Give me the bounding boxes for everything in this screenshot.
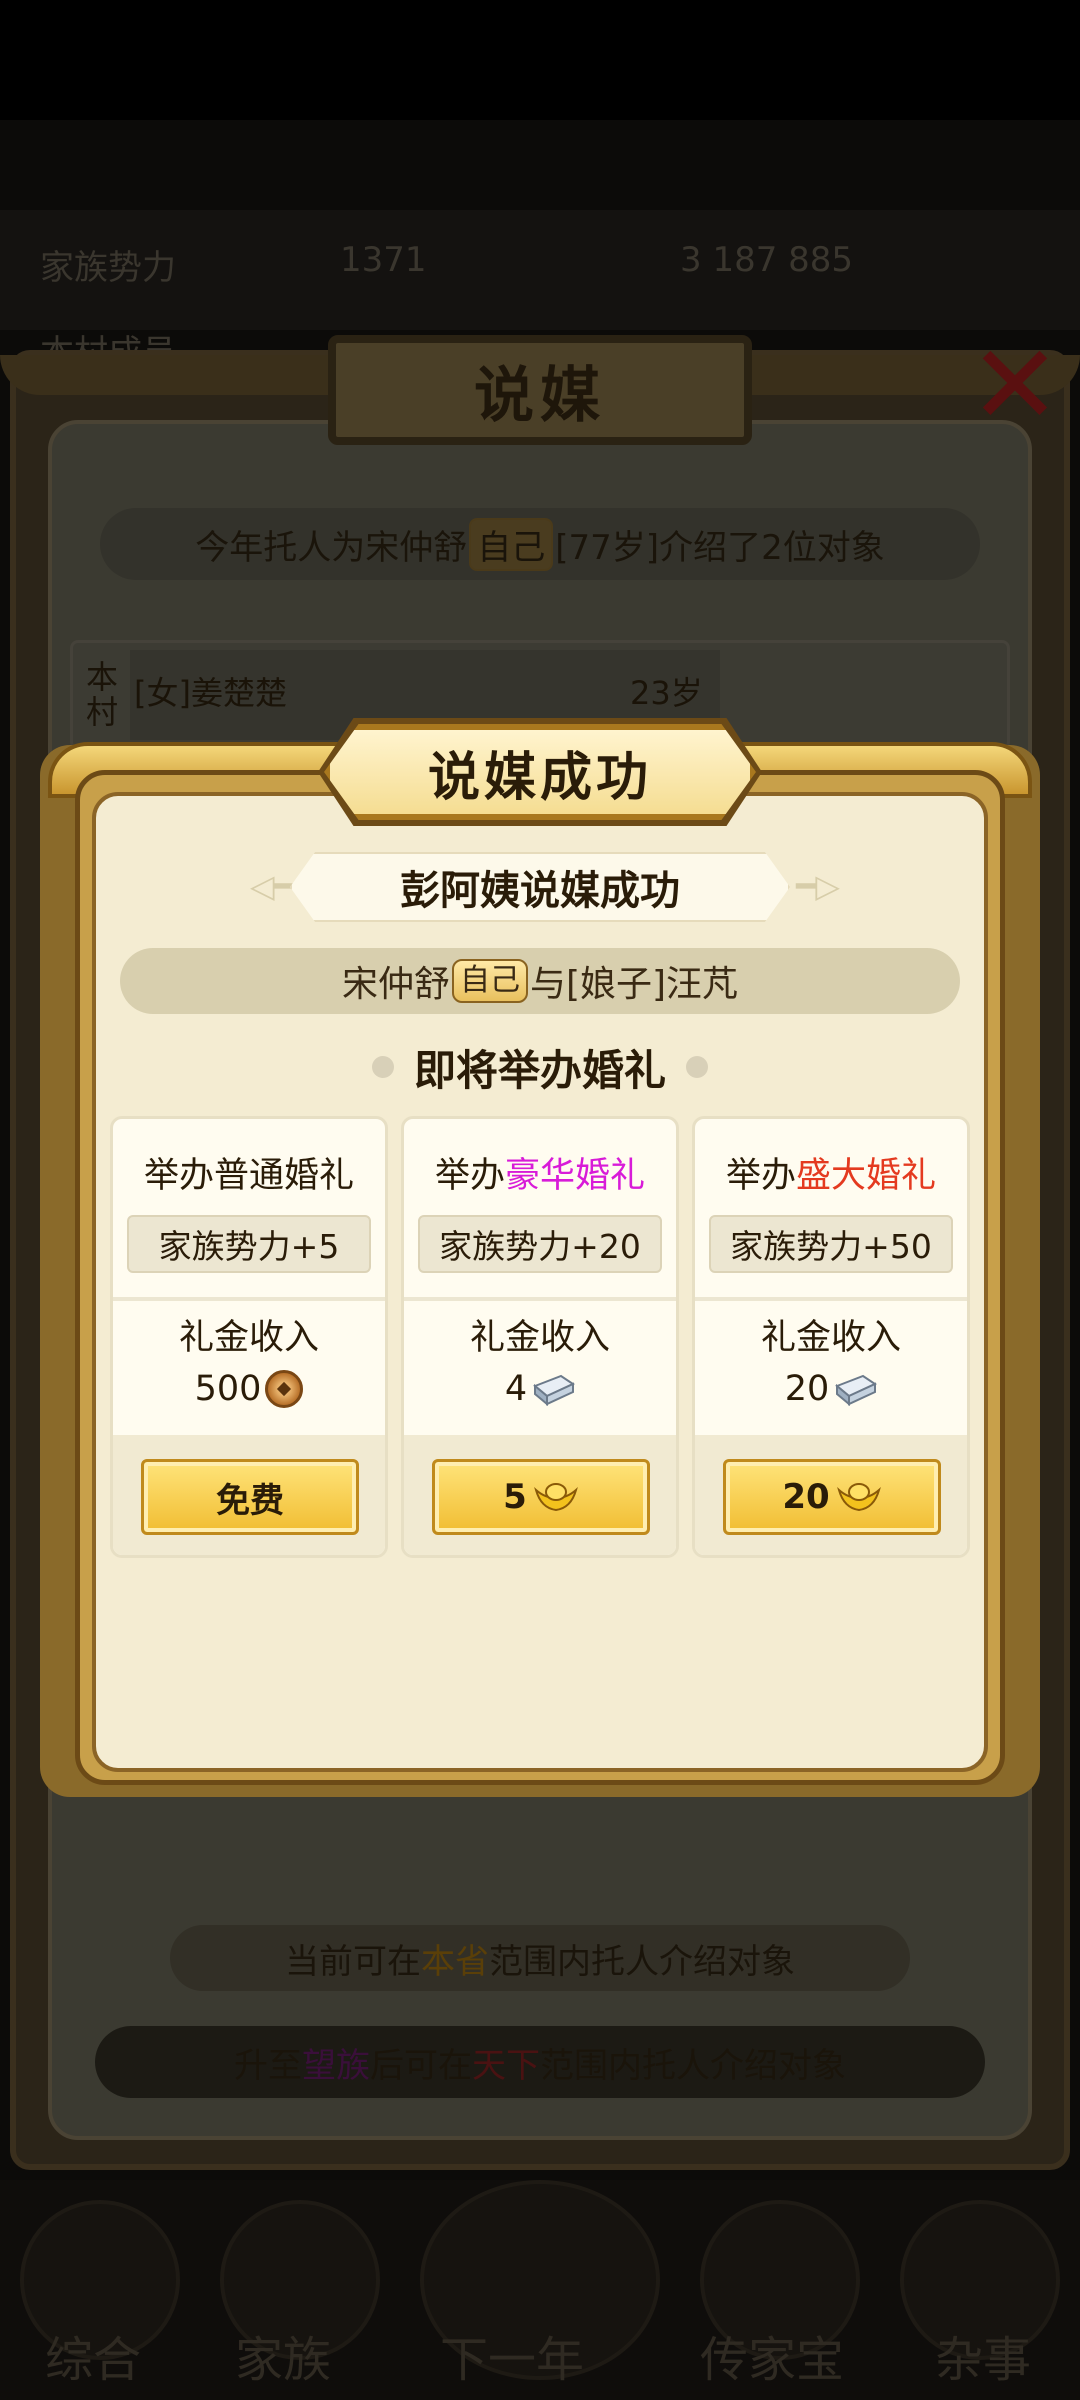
origin-tag-line: 村: [85, 693, 118, 731]
summary-prefix: 今年托人为宋仲舒: [195, 527, 468, 568]
silver-ingot-icon: [835, 1374, 878, 1406]
wedding-option-luxury: 举办豪华婚礼 家族势力+20 礼金收入 4 5: [401, 1116, 679, 1558]
scope-highlight: 本省: [421, 1941, 489, 1982]
heading-dot: [371, 1056, 394, 1078]
nav-item-overview: 综合: [45, 2332, 142, 2388]
option-title-highlight: 豪华婚礼: [505, 1156, 646, 1196]
option-gift-value: 500: [113, 1365, 385, 1413]
matchmaking-title: 说媒: [474, 360, 606, 431]
option-gift-amount: 4: [504, 1369, 528, 1409]
scope-notice: 当前可在 本省 范围内托人介绍对象: [170, 1925, 910, 1991]
candidate-age: 23岁: [630, 674, 703, 712]
wedding-heading-text: 即将举办婚礼: [413, 1045, 666, 1095]
option-power: 家族势力+50: [709, 1215, 953, 1273]
option-title-text: 举办普通婚礼: [143, 1156, 354, 1196]
nav-item-next-year: 下一年: [440, 2332, 585, 2388]
candidate-name: [女]姜楚楚: [134, 674, 287, 712]
upgrade-scope: 天下: [472, 2045, 540, 2086]
summary-suffix: [77岁]介绍了2位对象: [555, 527, 885, 568]
success-title: 说媒成功: [427, 747, 652, 808]
button-label: 20: [782, 1477, 830, 1517]
partner-name: [娘子]汪芃: [565, 964, 739, 1005]
self-tag: 自己: [469, 517, 554, 571]
option-title-highlight: 盛大婚礼: [796, 1156, 937, 1196]
heading-dot: [686, 1056, 708, 1078]
wedding-option-normal: 举办普通婚礼 家族势力+5 礼金收入 500 免费: [110, 1116, 388, 1558]
scope-suffix: 范围内托人介绍对象: [489, 1941, 795, 1982]
option-gift-label: 礼金收入: [178, 1318, 319, 1358]
matchmaker-ribbon: 彭阿姨说媒成功: [290, 852, 790, 922]
scope-prefix: 当前可在: [285, 1941, 421, 1982]
option-title: 举办普通婚礼: [113, 1147, 385, 1198]
copper-coin-icon: [265, 1370, 304, 1408]
hold-grand-wedding-button[interactable]: 20: [723, 1459, 941, 1535]
bg-status-value: 1371: [340, 240, 427, 280]
option-title-text: 举办: [725, 1156, 796, 1196]
upgrade-prefix: 升至: [234, 2045, 302, 2086]
option-power: 家族势力+5: [127, 1215, 371, 1273]
origin-tag-line: 本: [85, 657, 118, 696]
candidate-origin-tag: 本 村: [74, 650, 130, 740]
bg-status-label: 家族势力: [40, 248, 176, 288]
hold-normal-wedding-button[interactable]: 免费: [141, 1459, 359, 1535]
option-power: 家族势力+20: [418, 1215, 662, 1273]
upgrade-notice: 升至 望族 后可在 天下 范围内托人介绍对象: [95, 2026, 985, 2098]
gold-ingot-icon: [533, 1483, 578, 1512]
option-gift-label: 礼金收入: [469, 1318, 610, 1358]
upgrade-suffix: 范围内托人介绍对象: [540, 2045, 846, 2086]
bg-resources: 3 187 885: [680, 240, 854, 280]
nav-item-heirloom: 传家宝: [700, 2332, 845, 2388]
option-divider: [113, 1297, 385, 1301]
option-title: 举办豪华婚礼: [404, 1147, 676, 1198]
option-title-text: 举办: [434, 1156, 505, 1196]
option-gift-amount: 500: [194, 1369, 262, 1409]
background-status-bar: 家族势力 1371 3 187 885: [0, 210, 1080, 330]
nav-item-family: 家族: [235, 2332, 332, 2388]
wedding-heading: 即将举办婚礼: [340, 1036, 740, 1098]
couple-connector: 与: [529, 964, 566, 1005]
close-icon[interactable]: ✕: [960, 330, 1070, 440]
option-gift-label: 礼金收入: [760, 1318, 901, 1358]
hold-luxury-wedding-button[interactable]: 5: [432, 1459, 650, 1535]
groom-name: 宋仲舒: [341, 964, 450, 1005]
button-label: 免费: [216, 1480, 284, 1521]
option-gift-value: 4: [404, 1365, 676, 1413]
nav-item-misc: 杂事: [935, 2332, 1032, 2388]
option-gift-value: 20: [695, 1365, 967, 1413]
matchmaker-text: 彭阿姨说媒成功: [400, 868, 680, 914]
button-label: 5: [503, 1477, 527, 1517]
option-divider: [695, 1297, 967, 1301]
matchmaking-title-plate: 说媒: [328, 335, 752, 445]
upgrade-middle: 后可在: [370, 2045, 472, 2086]
gold-ingot-icon: [836, 1483, 881, 1512]
option-title: 举办盛大婚礼: [695, 1147, 967, 1198]
couple-banner: 宋仲舒 自己与 [娘子]汪芃: [120, 948, 960, 1014]
upgrade-rank: 望族: [302, 2045, 370, 2086]
self-tag: 自己: [451, 959, 528, 1003]
option-divider: [404, 1297, 676, 1301]
modal-title-wing: [0, 355, 340, 395]
success-title-plate: 说媒成功: [324, 724, 756, 820]
silver-ingot-icon: [533, 1374, 576, 1406]
wedding-option-grand: 举办盛大婚礼 家族势力+50 礼金收入 20 20: [692, 1116, 970, 1558]
matchmaking-summary: 今年托人为宋仲舒 自己 [77岁]介绍了2位对象: [100, 508, 980, 580]
option-gift-amount: 20: [784, 1369, 830, 1409]
